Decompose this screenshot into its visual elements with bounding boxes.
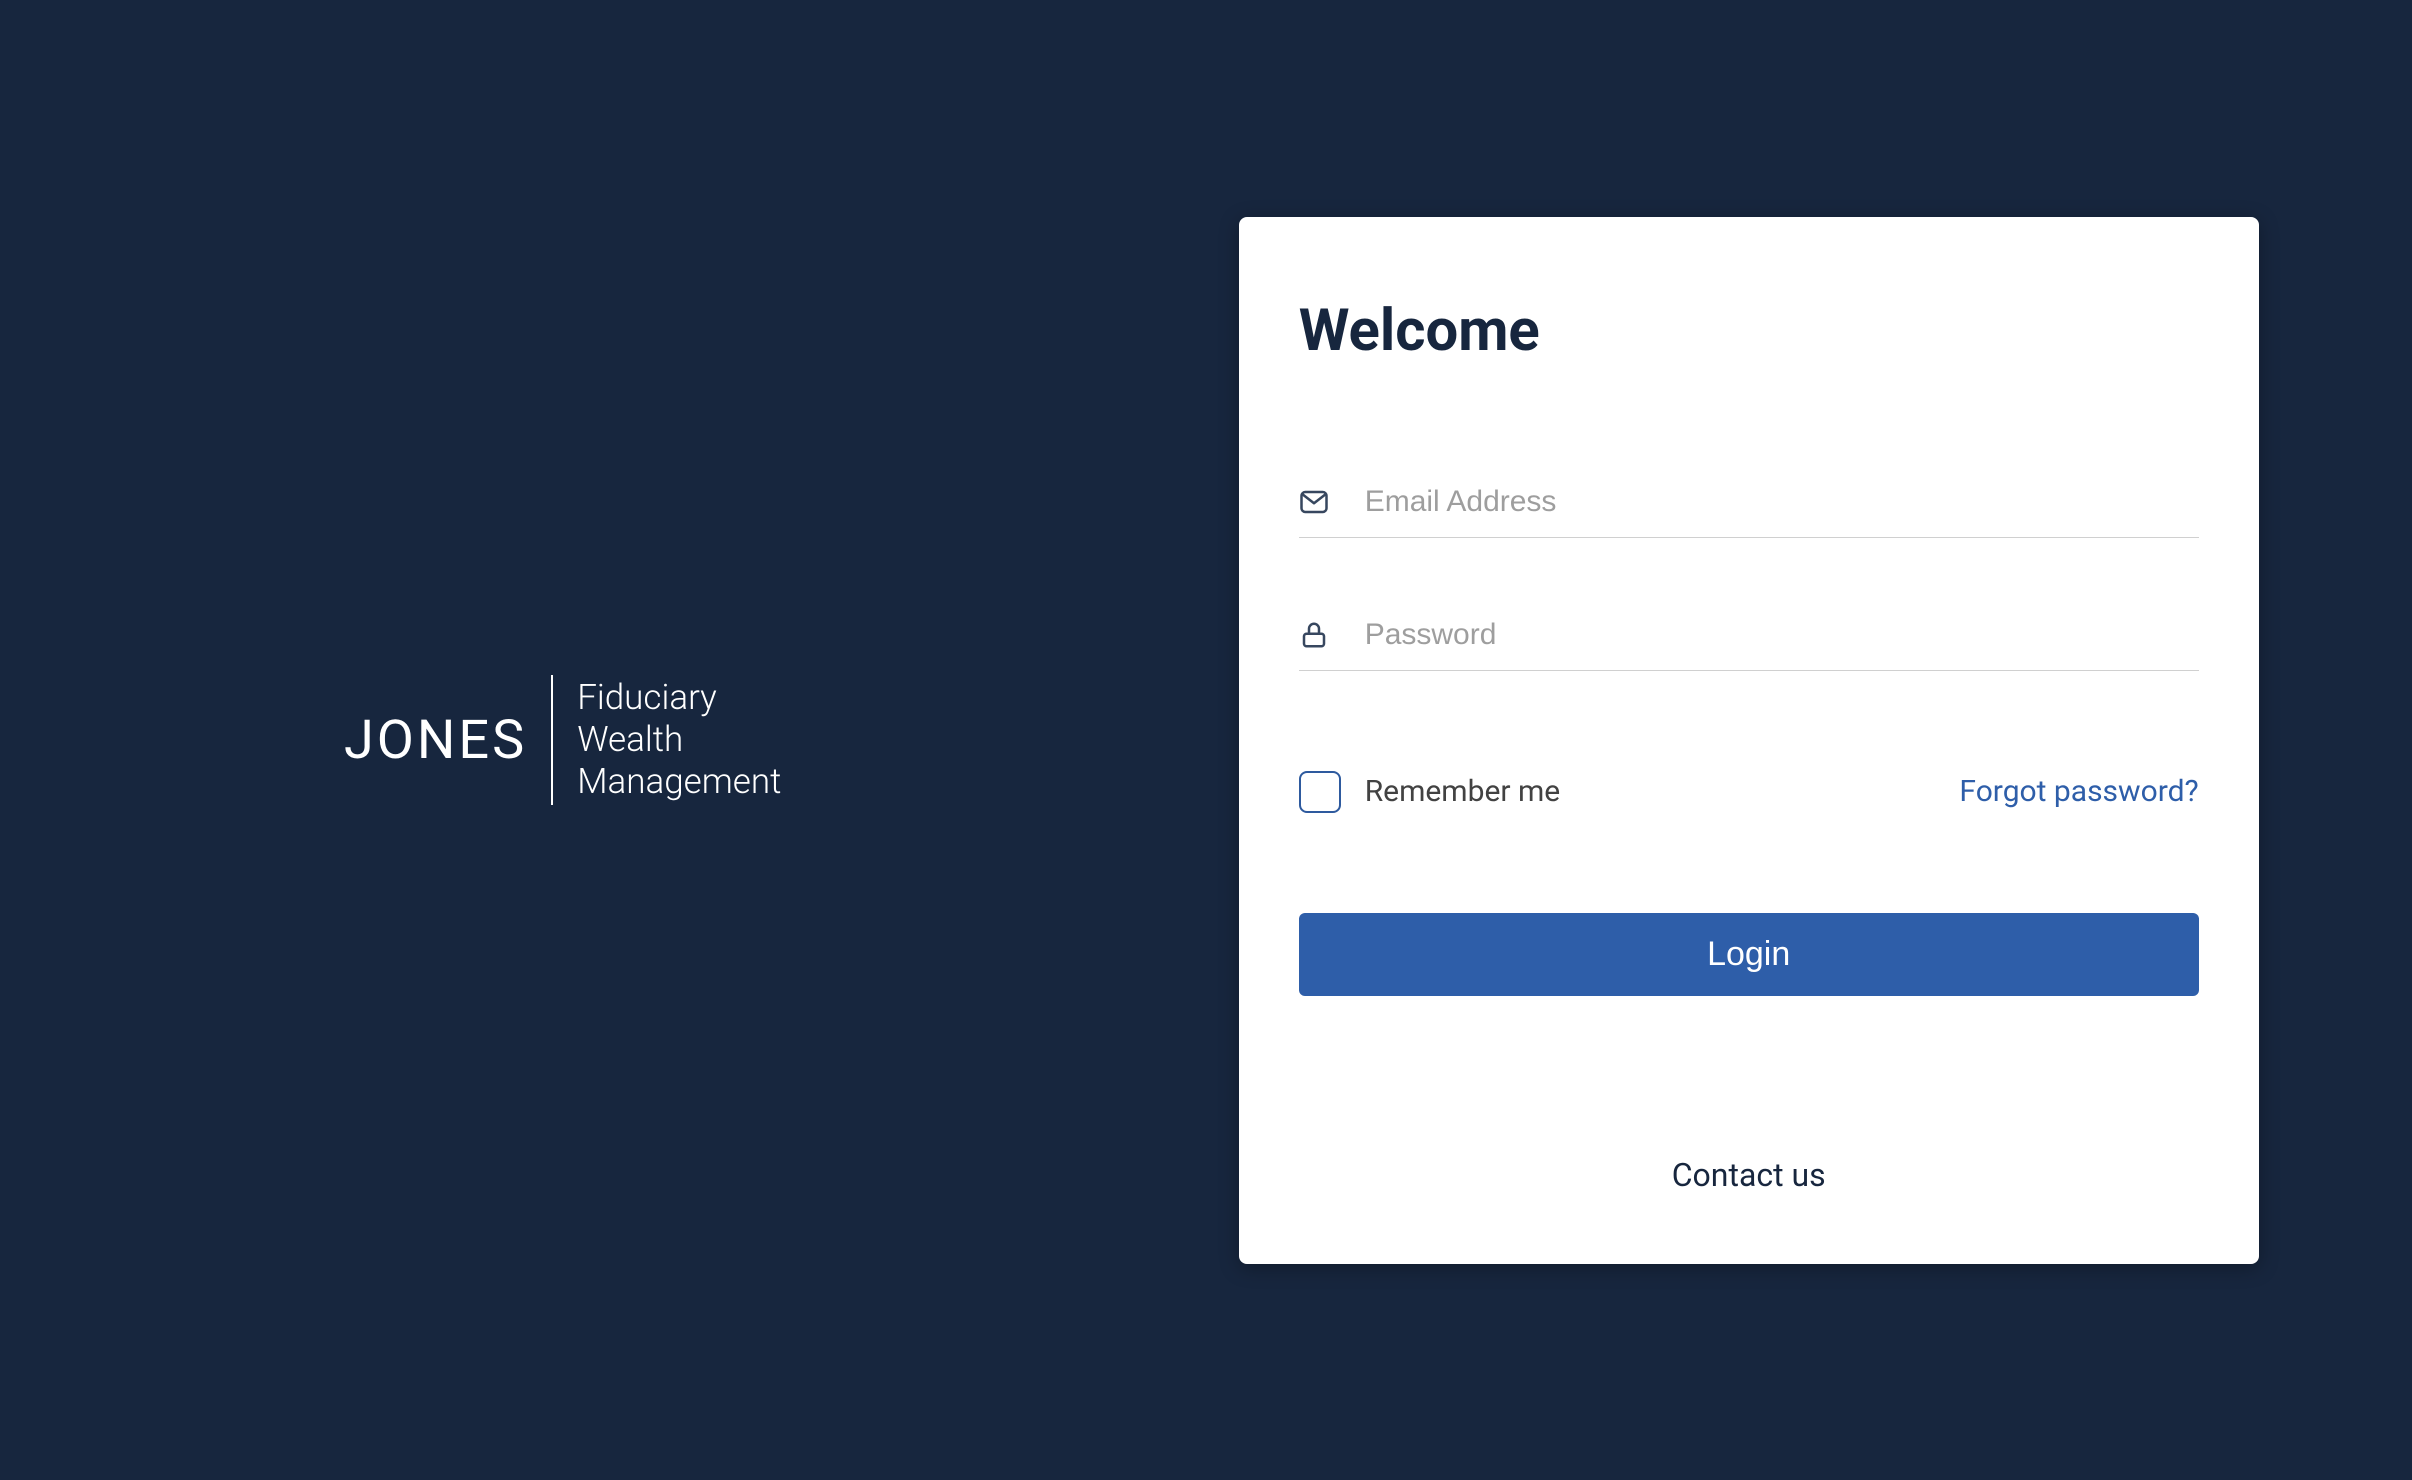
contact-wrapper: Contact us — [1299, 1156, 2199, 1194]
contact-us-link[interactable]: Contact us — [1672, 1156, 1826, 1194]
logo-brand-text: JONES — [344, 709, 527, 772]
options-row: Remember me Forgot password? — [1299, 771, 2199, 813]
remember-label: Remember me — [1365, 774, 1561, 809]
password-input[interactable] — [1365, 618, 2199, 652]
logo-divider — [551, 675, 553, 805]
remember-wrapper: Remember me — [1299, 771, 1561, 813]
logo-tagline-line2: Wealth — [577, 719, 781, 761]
password-field-group — [1299, 618, 2199, 671]
login-panel: Welcome Remember me — [1085, 217, 2412, 1264]
remember-checkbox[interactable] — [1299, 771, 1341, 813]
logo: JONES Fiduciary Wealth Management — [344, 675, 781, 805]
logo-tagline: Fiduciary Wealth Management — [577, 677, 781, 803]
lock-icon — [1299, 620, 1329, 650]
email-field-group — [1299, 485, 2199, 538]
brand-panel: JONES Fiduciary Wealth Management — [0, 675, 1085, 805]
login-button[interactable]: Login — [1299, 913, 2199, 996]
forgot-password-link[interactable]: Forgot password? — [1959, 774, 2198, 809]
logo-tagline-line1: Fiduciary — [577, 677, 781, 719]
mail-icon — [1299, 487, 1329, 517]
login-card: Welcome Remember me — [1239, 217, 2259, 1264]
email-input[interactable] — [1365, 485, 2199, 519]
logo-tagline-line3: Management — [577, 761, 781, 803]
welcome-title: Welcome — [1299, 297, 2199, 365]
